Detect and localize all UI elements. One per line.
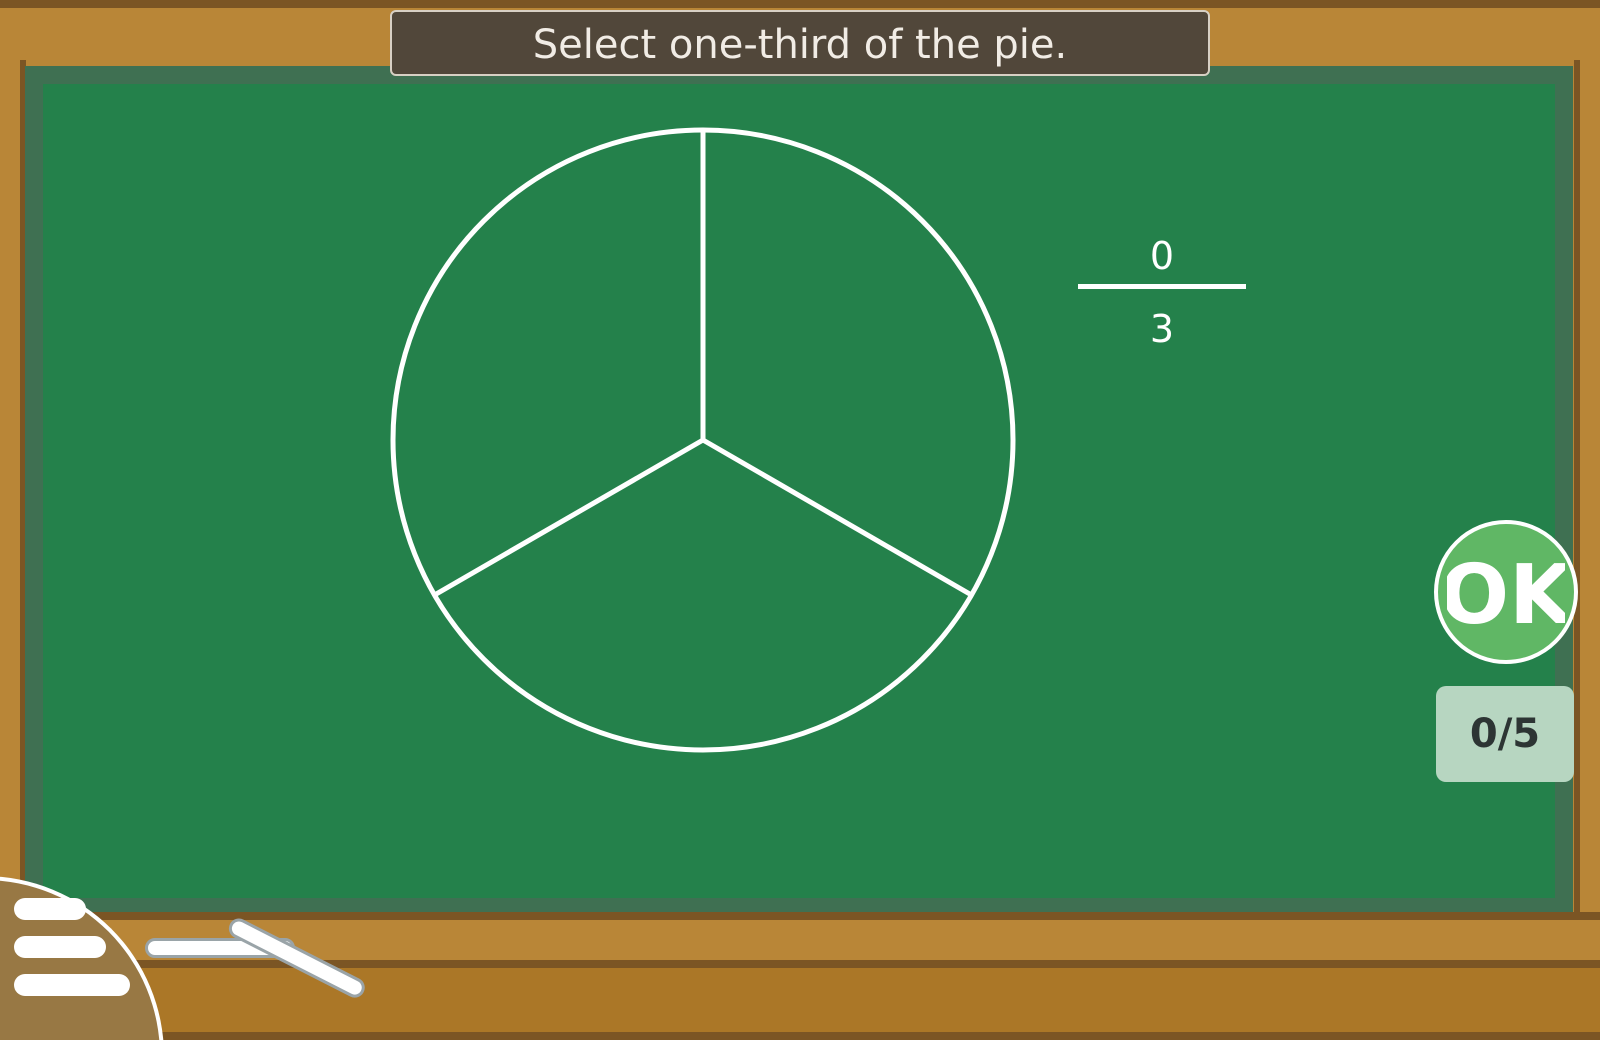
fraction-display: 0 3 <box>1078 232 1246 353</box>
menu-icon-line-2 <box>14 936 106 958</box>
chalkboard-frame-right <box>1574 60 1600 920</box>
question-prompt: Select one-third of the pie. <box>390 10 1210 76</box>
menu-icon-line-3 <box>14 974 130 996</box>
fraction-denominator: 3 <box>1149 307 1175 351</box>
score-counter: 0/5 <box>1436 686 1574 782</box>
ok-icon: OK <box>1447 551 1565 633</box>
fraction-numerator: 0 <box>1149 234 1175 278</box>
menu-icon-line-1 <box>14 898 86 920</box>
ok-label: OK <box>1447 551 1565 633</box>
fraction-bar <box>1078 284 1246 289</box>
game-stage: Select one-third of the pie. 0 3 OK 0/5 <box>0 0 1600 1040</box>
chalkboard-frame-left <box>0 60 26 920</box>
chalk-tray-shelf <box>0 960 1600 1040</box>
fraction-pie <box>390 127 1016 753</box>
ok-button[interactable]: OK <box>1434 520 1578 664</box>
